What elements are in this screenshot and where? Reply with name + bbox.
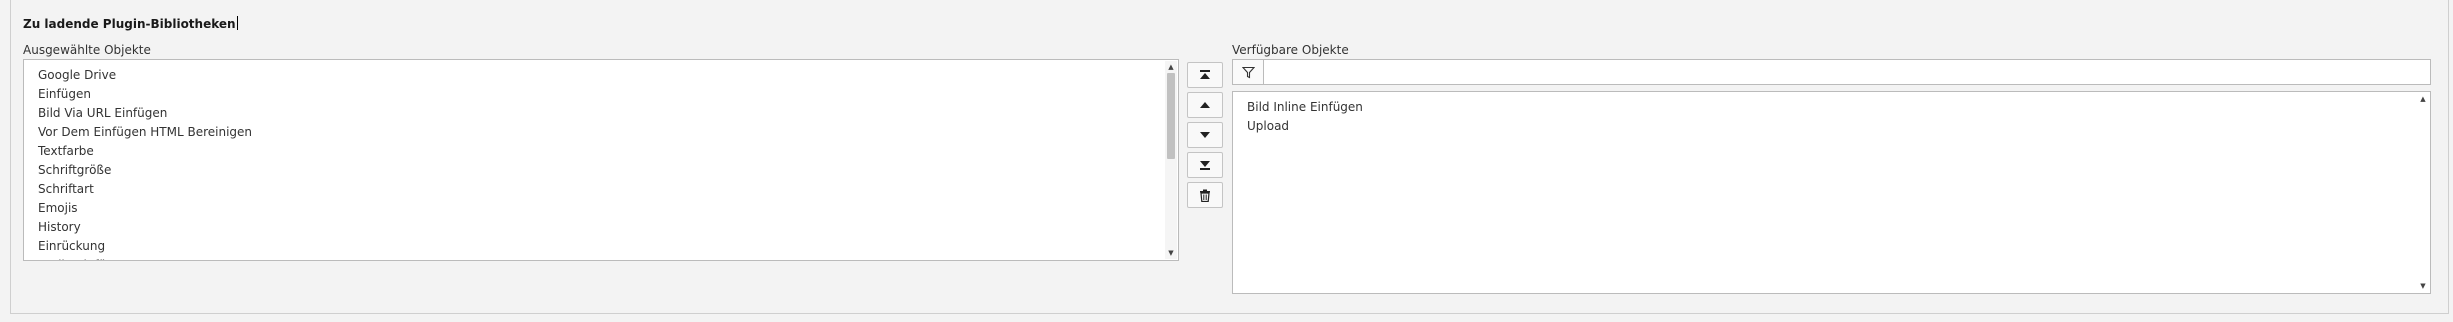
move-down-button[interactable] — [1187, 122, 1223, 148]
section-title-text: Zu ladende Plugin-Bibliotheken — [23, 17, 236, 31]
selected-objects-items: Google Drive Einfügen Bild Via URL Einfüge… — [24, 60, 1178, 260]
list-item[interactable]: Google Drive — [38, 66, 1178, 85]
available-objects-items: Bild Inline Einfügen Upload — [1233, 92, 2430, 136]
move-to-top-button[interactable] — [1187, 62, 1223, 88]
list-item[interactable]: Vor Dem Einfügen HTML Bereinigen — [38, 123, 1178, 142]
list-item[interactable]: Einfügen — [38, 85, 1178, 104]
list-item[interactable]: History — [38, 218, 1178, 237]
move-up-button[interactable] — [1187, 92, 1223, 118]
scroll-up-arrow-icon[interactable]: ▲ — [1165, 61, 1177, 73]
scrollbar-thumb[interactable] — [1167, 73, 1175, 159]
trash-icon — [1188, 183, 1222, 207]
list-item[interactable]: Schriftart — [38, 180, 1178, 199]
list-item[interactable]: Bild Inline Einfügen — [1247, 98, 2430, 117]
available-objects-list[interactable]: Bild Inline Einfügen Upload ▲ ▼ — [1232, 91, 2431, 294]
list-item[interactable]: Audio Einfügen — [38, 256, 1178, 260]
section-title: Zu ladende Plugin-Bibliotheken — [23, 16, 238, 31]
available-objects-label: Verfügbare Objekte — [1232, 43, 1349, 57]
remove-item-button[interactable] — [1187, 182, 1223, 208]
move-up-icon — [1188, 93, 1222, 117]
available-list-scrollbar[interactable]: ▲ ▼ — [2417, 93, 2429, 292]
selected-objects-label: Ausgewählte Objekte — [23, 43, 151, 57]
filter-icon — [1232, 59, 1263, 85]
move-down-icon — [1188, 123, 1222, 147]
scroll-up-arrow-icon[interactable]: ▲ — [2417, 93, 2429, 105]
move-to-bottom-icon — [1188, 153, 1222, 177]
list-item[interactable]: Bild Via URL Einfügen — [38, 104, 1178, 123]
list-item[interactable]: Upload — [1247, 117, 2430, 136]
move-to-top-icon — [1188, 63, 1222, 87]
filter-input[interactable] — [1263, 59, 2431, 85]
item-order-controls — [1187, 62, 1223, 212]
selected-list-scrollbar[interactable]: ▲ ▼ — [1165, 61, 1177, 259]
list-item[interactable]: Textfarbe — [38, 142, 1178, 161]
selected-objects-list[interactable]: Google Drive Einfügen Bild Via URL Einfüge… — [23, 59, 1179, 261]
move-to-bottom-button[interactable] — [1187, 152, 1223, 178]
list-item[interactable]: Einrückung — [38, 237, 1178, 256]
scroll-down-arrow-icon[interactable]: ▼ — [2417, 280, 2429, 292]
available-filter — [1232, 59, 2431, 85]
text-cursor — [236, 16, 238, 30]
scroll-down-arrow-icon[interactable]: ▼ — [1165, 247, 1177, 259]
list-item[interactable]: Schriftgröße — [38, 161, 1178, 180]
list-item[interactable]: Emojis — [38, 199, 1178, 218]
